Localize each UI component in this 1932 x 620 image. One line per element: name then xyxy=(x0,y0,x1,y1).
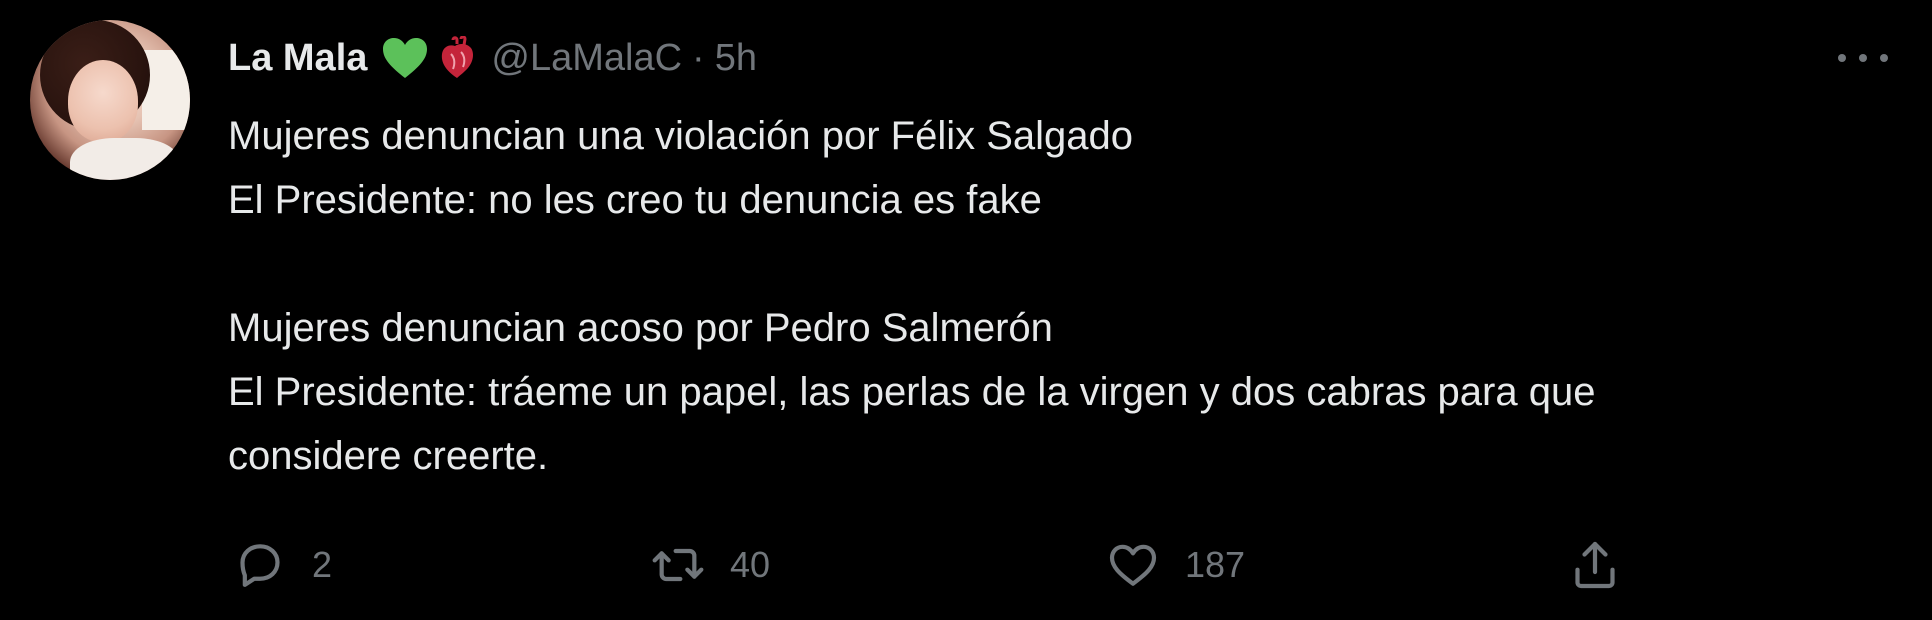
user-handle[interactable]: @LaMalaC xyxy=(491,37,682,80)
display-name[interactable]: La Mala xyxy=(228,37,367,80)
green-heart-icon xyxy=(381,36,429,80)
tweet-text-line: Mujeres denuncian una violación por Féli… xyxy=(228,114,1133,158)
more-horizontal-icon[interactable] xyxy=(1838,48,1888,68)
share-button[interactable] xyxy=(1567,535,1623,595)
tweet-text: Mujeres denuncian una violación por Féli… xyxy=(228,104,1908,488)
tweet-text-line: Mujeres denuncian acoso por Pedro Salmer… xyxy=(228,306,1053,350)
avatar-background xyxy=(142,50,190,130)
reply-count: 2 xyxy=(312,544,333,585)
tweet-text-line: considere creerte. xyxy=(228,434,549,478)
avatar-shirt xyxy=(70,138,180,180)
separator-dot: · xyxy=(692,36,705,79)
avatar[interactable] xyxy=(30,20,190,180)
tweet-text-line: El Presidente: tráeme un papel, las perl… xyxy=(228,370,1596,414)
like-count: 187 xyxy=(1185,544,1246,585)
like-button[interactable]: 187 xyxy=(1105,535,1245,595)
heart-icon xyxy=(1105,537,1161,593)
tweet-text-line: El Presidente: no les creo tu denuncia e… xyxy=(228,178,1042,222)
anatomical-heart-icon xyxy=(437,36,477,80)
share-icon xyxy=(1567,537,1623,593)
reply-icon xyxy=(232,537,288,593)
retweet-icon xyxy=(650,537,706,593)
tweet-actions: 2 40 187 xyxy=(0,535,1932,595)
tweet[interactable]: La Mala @LaMalaC · 5h Mujeres denuncian … xyxy=(0,0,1932,620)
tweet-timestamp[interactable]: 5h xyxy=(715,37,757,80)
avatar-face xyxy=(68,60,138,142)
reply-button[interactable]: 2 xyxy=(232,535,332,595)
tweet-header: La Mala @LaMalaC · 5h xyxy=(228,28,757,88)
retweet-count: 40 xyxy=(730,544,771,585)
retweet-button[interactable]: 40 xyxy=(650,535,770,595)
